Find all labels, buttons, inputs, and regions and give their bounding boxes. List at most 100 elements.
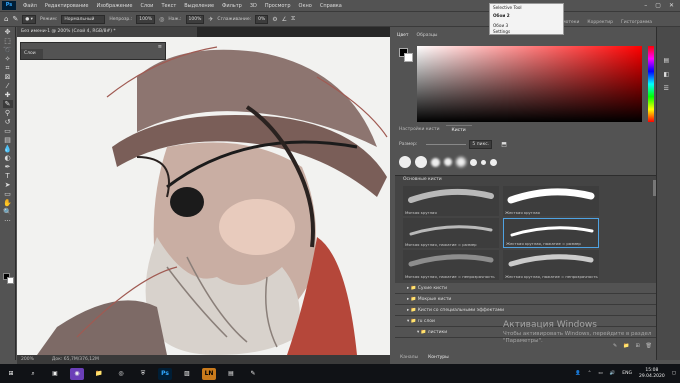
flow-input[interactable]: 100% xyxy=(185,14,205,24)
windows-start-icon[interactable]: ⊞ xyxy=(4,368,18,380)
photoshop-taskbar-icon[interactable]: Ps xyxy=(158,367,172,380)
size-slider[interactable] xyxy=(426,144,467,145)
brush-item[interactable]: Жесткая круглая xyxy=(503,186,599,216)
selective-tool-window[interactable]: Selective Tool Обои 2 Обои 3 Settings xyxy=(489,3,564,35)
tray-expand-icon[interactable]: ⌃ xyxy=(588,371,592,376)
explorer-icon[interactable]: 📁 xyxy=(92,368,106,380)
recent-brush-8[interactable] xyxy=(490,158,497,166)
app-icon-ln[interactable]: LN xyxy=(202,367,216,380)
menu-view[interactable]: Просмотр xyxy=(261,3,295,9)
app-icon-archive[interactable]: ▤ xyxy=(224,368,238,380)
menu-type[interactable]: Текст xyxy=(157,3,180,9)
tab-paths[interactable]: Контуры xyxy=(423,353,454,362)
history-brush-icon[interactable]: ↺ xyxy=(3,118,13,126)
eraser-tool-icon[interactable]: ▭ xyxy=(3,127,13,135)
settings-option[interactable]: Settings xyxy=(493,29,510,34)
tab-adjustments[interactable]: Корректир xyxy=(587,20,613,25)
floating-layers-panel[interactable]: Слои ≡ xyxy=(20,42,166,60)
clock[interactable]: 15:08 29.04.2020 xyxy=(639,368,665,380)
language-indicator[interactable]: ENG xyxy=(622,371,632,376)
type-tool-icon[interactable]: T xyxy=(3,172,13,180)
brush-item[interactable]: Мягкая круглая, нажатие = размер xyxy=(403,218,499,248)
rectangle-tool-icon[interactable]: ▭ xyxy=(3,190,13,198)
symmetry-icon[interactable]: ⧖ xyxy=(291,15,295,23)
menu-select[interactable]: Выделение xyxy=(180,3,218,9)
marquee-tool-icon[interactable]: ⬚ xyxy=(3,37,13,45)
hue-slider[interactable] xyxy=(648,46,654,122)
panel-menu-icon[interactable]: ≡ xyxy=(158,44,162,50)
recent-brush-1[interactable] xyxy=(399,156,411,168)
brush-item[interactable]: Жесткая круглая, нажатие = непрозрачност… xyxy=(503,250,599,280)
new-group-icon[interactable]: 📁 xyxy=(623,343,629,351)
maximize-icon[interactable]: ▢ xyxy=(655,2,661,9)
recent-brush-4[interactable] xyxy=(444,158,452,166)
recent-brush-2[interactable] xyxy=(415,156,427,168)
folder-wet-brushes[interactable]: ▸ 📁 Мокрые кисти xyxy=(395,294,658,305)
search-icon[interactable]: ⌕ xyxy=(26,368,40,380)
blur-tool-icon[interactable]: 💧 xyxy=(3,145,13,153)
folder-dry-brushes[interactable]: ▸ 📁 Сухие кисти xyxy=(395,283,658,294)
delete-icon[interactable]: 🗑 xyxy=(646,343,652,351)
doc-size-info[interactable]: Док: 65,7M/376,12M xyxy=(52,357,99,362)
panel-icon-3[interactable]: ☰ xyxy=(664,85,674,93)
menu-file[interactable]: Файл xyxy=(19,3,41,9)
stamp-tool-icon[interactable]: ⚲ xyxy=(3,109,13,117)
tab-brushes[interactable]: Кисти xyxy=(445,125,472,135)
wallpaper-option-1[interactable]: Обои 2 xyxy=(493,13,510,18)
notifications-icon[interactable]: ▢ xyxy=(672,371,676,376)
brush-tool-icon[interactable]: ✎ xyxy=(12,15,18,23)
task-view-icon[interactable]: ▣ xyxy=(48,368,62,380)
recent-brush-3[interactable] xyxy=(431,157,440,167)
mode-select[interactable]: Нормальный xyxy=(61,14,106,24)
layers-tab[interactable]: Слои xyxy=(21,49,43,59)
brush-tool-icon-left[interactable]: ✎ xyxy=(2,100,13,108)
color-field[interactable] xyxy=(417,46,642,122)
app-icon-globe[interactable]: ◎ xyxy=(114,368,128,380)
zoom-tool-icon[interactable]: 🔍 xyxy=(3,208,13,216)
zoom-level[interactable]: 200% xyxy=(21,357,34,362)
brush-settings-icon[interactable]: ✎ xyxy=(613,343,617,351)
airbrush-icon[interactable]: ✈ xyxy=(208,16,213,23)
canvas[interactable] xyxy=(17,37,390,355)
folder-special-effects[interactable]: ▸ 📁 Кисти со специальными эффектами xyxy=(395,305,658,316)
crop-tool-icon[interactable]: ⌗ xyxy=(3,64,13,72)
section-basic-brushes[interactable]: Основные кисти xyxy=(395,176,658,184)
lasso-tool-icon[interactable]: ➰ xyxy=(3,46,13,54)
more-tools-icon[interactable]: ··· xyxy=(3,217,13,225)
brush-preset-picker[interactable]: ● ▾ xyxy=(22,14,36,24)
menu-window[interactable]: Окно xyxy=(295,3,316,9)
menu-layers[interactable]: Слои xyxy=(136,3,157,9)
size-input[interactable]: 5 пикс. xyxy=(469,140,493,149)
minimize-icon[interactable]: – xyxy=(644,2,647,9)
color-panel-background[interactable] xyxy=(404,53,413,62)
recent-brush-7[interactable] xyxy=(481,159,486,165)
tab-histogram[interactable]: Гистограмма xyxy=(621,20,652,25)
brush-item-selected[interactable]: Жесткая круглая, нажатие = размер xyxy=(503,218,599,248)
quick-select-tool-icon[interactable]: ✧ xyxy=(3,55,13,63)
recent-brush-5[interactable] xyxy=(456,157,466,167)
close-icon[interactable]: ✕ xyxy=(669,2,674,9)
path-select-tool-icon[interactable]: ➤ xyxy=(3,181,13,189)
opacity-input[interactable]: 100% xyxy=(136,14,156,24)
pen-tool-icon[interactable]: ✒ xyxy=(3,163,13,171)
brush-item[interactable]: Мягкая круглая xyxy=(403,186,499,216)
wallpaper-option-2[interactable]: Обои 3 xyxy=(493,23,508,28)
move-tool-icon[interactable]: ✥ xyxy=(3,28,13,36)
menu-3d[interactable]: 3D xyxy=(246,3,261,9)
pressure-opacity-icon[interactable]: ◎ xyxy=(159,16,164,23)
menu-filter[interactable]: Фильтр xyxy=(218,3,246,9)
menu-edit[interactable]: Редактирование xyxy=(41,3,93,9)
app-icon-pen[interactable]: ✎ xyxy=(246,368,260,380)
angle-icon[interactable]: ∠ xyxy=(282,16,287,23)
document-tab[interactable]: Без имени-1 @ 200% (Слой 4, RGB/8#) * xyxy=(17,27,197,37)
smoothing-input[interactable]: 0% xyxy=(255,14,269,24)
volume-icon[interactable]: 🔊 xyxy=(610,371,616,376)
frame-tool-icon[interactable]: ⊠ xyxy=(3,73,13,81)
menu-help[interactable]: Справка xyxy=(316,3,346,9)
menu-image[interactable]: Изображение xyxy=(92,3,136,9)
gradient-tool-icon[interactable]: ▤ xyxy=(3,136,13,144)
eyedropper-tool-icon[interactable]: ⁄ xyxy=(3,82,13,90)
recent-brush-6[interactable] xyxy=(470,158,477,166)
healing-tool-icon[interactable]: ✚ xyxy=(3,91,13,99)
home-icon[interactable]: ⌂ xyxy=(4,15,8,23)
